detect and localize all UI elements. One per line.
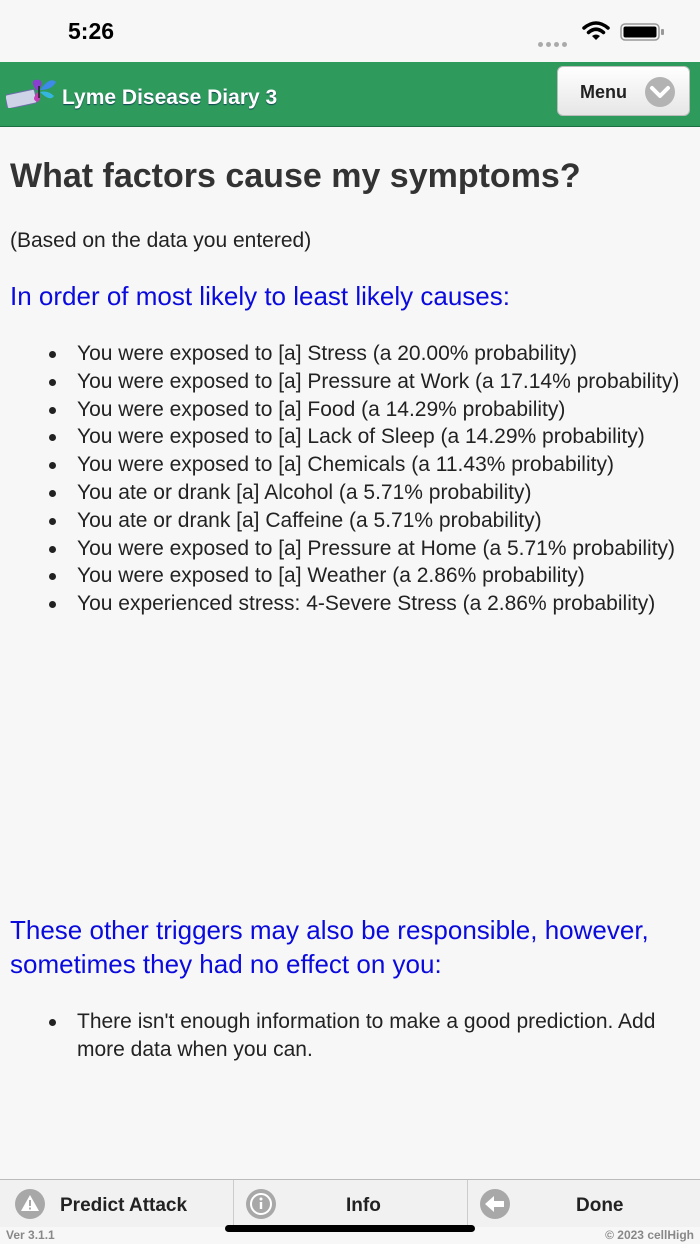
other-triggers-list: There isn't enough information to make a… [0, 1008, 700, 1064]
list-item: You were exposed to [a] Weather (a 2.86%… [0, 562, 700, 590]
menu-button[interactable]: Menu [557, 66, 690, 116]
list-item: You were exposed to [a] Chemicals (a 11.… [0, 451, 700, 479]
butterfly-logo-icon [6, 79, 56, 108]
page-subtitle: (Based on the data you entered) [10, 229, 312, 252]
signal-icon [538, 34, 570, 47]
list-item: You were exposed to [a] Food (a 14.29% p… [0, 396, 700, 424]
main-content: What factors cause my symptoms? (Based o… [0, 127, 700, 1179]
list-item: You were exposed to [a] Lack of Sleep (a… [0, 423, 700, 451]
page-title: What factors cause my symptoms? [10, 157, 581, 195]
info-button[interactable]: Info [234, 1180, 468, 1228]
tab-bar: Predict Attack Info Done [0, 1179, 700, 1228]
list-item: You ate or drank [a] Alcohol (a 5.71% pr… [0, 479, 700, 507]
list-item: You were exposed to [a] Pressure at Home… [0, 535, 700, 563]
list-item: There isn't enough information to make a… [0, 1008, 700, 1064]
menu-label: Menu [580, 82, 627, 102]
tab-label: Info [346, 1195, 381, 1216]
tab-label: Done [576, 1195, 624, 1216]
info-icon [246, 1189, 276, 1219]
version-text: Ver 3.1.1 [6, 1228, 55, 1242]
causes-list: You were exposed to [a] Stress (a 20.00%… [0, 340, 700, 618]
warning-icon [15, 1189, 45, 1219]
list-item: You were exposed to [a] Pressure at Work… [0, 368, 700, 396]
status-time: 5:26 [68, 18, 115, 44]
chevron-down-icon [645, 77, 675, 107]
copyright-text: © 2023 cellHigh [605, 1228, 694, 1242]
battery-icon [620, 23, 664, 41]
home-indicator [225, 1225, 475, 1232]
wifi-icon [582, 21, 610, 40]
predict-attack-button[interactable]: Predict Attack [0, 1180, 234, 1228]
tab-label: Predict Attack [60, 1195, 188, 1216]
done-button[interactable]: Done [468, 1180, 700, 1228]
list-item: You were exposed to [a] Stress (a 20.00%… [0, 340, 700, 368]
app-header: Lyme Disease Diary 3 Menu [0, 62, 700, 127]
status-bar: 5:26 [0, 0, 700, 62]
list-item: You experienced stress: 4-Severe Stress … [0, 590, 700, 618]
app-title: Lyme Disease Diary 3 [62, 86, 278, 109]
back-arrow-icon [480, 1189, 510, 1219]
other-triggers-heading: These other triggers may also be respons… [10, 915, 649, 979]
causes-heading: In order of most likely to least likely … [10, 281, 510, 311]
list-item: You ate or drank [a] Caffeine (a 5.71% p… [0, 507, 700, 535]
